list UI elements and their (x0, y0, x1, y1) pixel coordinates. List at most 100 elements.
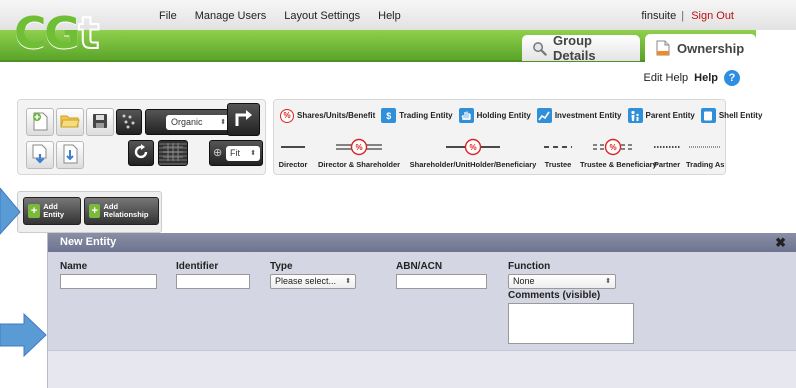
export-button[interactable] (26, 141, 54, 169)
username: finsuite (641, 10, 677, 22)
legend-trustee-beneficiary-label: Trustee & Beneficiary (580, 160, 657, 169)
comments-textarea[interactable] (508, 303, 634, 344)
identifier-input[interactable] (176, 274, 250, 289)
zoom-select-arrows-icon: ⬍ (250, 150, 256, 157)
legend-holding-entity: Holding Entity (458, 108, 531, 123)
logo-text: CG (14, 8, 80, 59)
user-separator: | (681, 10, 685, 22)
abn-input[interactable] (396, 274, 487, 289)
add-entity-label: Add Entity (43, 202, 65, 219)
tab-ownership[interactable]: Ownership (645, 34, 756, 62)
legend-parent-entity: Parent Entity (627, 108, 695, 123)
help-link[interactable]: Help (694, 72, 718, 84)
entity-type-legend: % Shares/Units/Benefit $ Trading Entity … (280, 108, 762, 123)
refresh-icon (132, 143, 150, 164)
zoom-value: Fit (230, 148, 240, 158)
elbow-arrow-icon (233, 107, 255, 132)
name-label: Name (60, 261, 88, 272)
zoom-select-value: Fit ⬍ (226, 146, 260, 161)
refresh-button[interactable] (128, 140, 154, 166)
new-entity-modal: New Entity ✖ Name Identifier Type Please… (47, 233, 796, 388)
abn-field-group: ABN/ACN (396, 261, 487, 289)
chart-icon (536, 108, 552, 123)
legend-shell-entity: Shell Entity (700, 108, 763, 123)
folder-icon (60, 113, 80, 132)
help-question-icon[interactable]: ? (724, 70, 740, 86)
export-document-icon (31, 144, 49, 167)
menu-help[interactable]: Help (369, 0, 410, 30)
legend-shares-label: Shares/Units/Benefit (297, 111, 376, 120)
modal-title: New Entity (60, 236, 117, 248)
open-button[interactable] (56, 108, 84, 136)
legend-trustee-beneficiary: % Trustee & Beneficiary (580, 138, 657, 169)
menu-layout-settings[interactable]: Layout Settings (275, 0, 369, 30)
layout-select-value: Organic ⬍ (166, 115, 230, 130)
tab-group-details[interactable]: Group Details (522, 33, 640, 63)
layout-select[interactable]: Organic ⬍ (145, 109, 237, 135)
legend-trading-entity: $ Trading Entity (381, 108, 453, 123)
signout-link[interactable]: Sign Out (691, 10, 734, 22)
annotation-arrow-icon (0, 188, 21, 235)
name-input[interactable] (60, 274, 157, 289)
new-diagram-button[interactable] (26, 108, 54, 136)
main-menu: File Manage Users Layout Settings Help (150, 0, 410, 30)
solid-line-percent-icon: % (409, 138, 537, 156)
diagram-toolbox: Organic ⬍ ⊕ Fit ⬍ (17, 99, 266, 175)
save-button[interactable] (86, 108, 114, 136)
legend-trading-label: Trading Entity (399, 111, 453, 120)
menu-manage-users[interactable]: Manage Users (186, 0, 276, 30)
legend-director-shareholder: % Director & Shareholder (316, 138, 402, 169)
hand-icon (458, 108, 474, 123)
percent-icon: % (280, 108, 294, 123)
select-arrows-icon: ⬍ (220, 119, 226, 126)
scatter-dots-icon (121, 113, 137, 132)
fine-dotted-line-icon (686, 138, 724, 156)
legend-shares: % Shares/Units/Benefit (280, 108, 376, 123)
menu-file[interactable]: File (150, 0, 186, 30)
solid-line-icon (278, 138, 308, 156)
connector-button[interactable] (227, 103, 260, 136)
legend-director-shareholder-label: Director & Shareholder (317, 160, 401, 169)
add-entity-icon: + (28, 204, 41, 218)
legend-parent-label: Parent Entity (645, 111, 695, 120)
function-select[interactable]: None ⬍ (508, 274, 616, 289)
legend-shell-label: Shell Entity (718, 111, 763, 120)
type-label: Type (270, 261, 293, 272)
grid-button[interactable] (158, 140, 188, 166)
svg-text:%: % (469, 143, 476, 152)
new-document-icon (31, 111, 49, 134)
layout-value: Organic (171, 117, 203, 127)
legend-partner: Partner (652, 138, 682, 169)
function-field-group: Function None ⬍ Comments (visible) (508, 261, 634, 347)
edit-help-link[interactable]: Edit Help (644, 72, 689, 84)
legend-holding-label: Holding Entity (476, 111, 531, 120)
layout-icon-button[interactable] (116, 109, 142, 135)
modal-header: New Entity ✖ (48, 233, 796, 252)
add-entity-button[interactable]: + Add Entity (23, 197, 81, 225)
user-box: finsuite | Sign Out (641, 0, 734, 32)
function-label: Function (508, 261, 551, 272)
import-button[interactable] (56, 141, 84, 169)
type-select[interactable]: Please select... ⬍ (270, 274, 356, 289)
legend-panel: % Shares/Units/Benefit $ Trading Entity … (273, 99, 762, 175)
app-logo: CGt (14, 11, 100, 57)
abn-label: ABN/ACN (396, 261, 443, 272)
type-select-arrows-icon: ⬍ (345, 278, 351, 285)
add-relationship-label: Add Relationship (103, 202, 149, 219)
zoom-select[interactable]: ⊕ Fit ⬍ (209, 140, 263, 166)
function-select-arrows-icon: ⬍ (605, 278, 611, 285)
magnifier-icon (532, 40, 547, 56)
add-relationship-button[interactable]: + Add Relationship (84, 197, 159, 225)
legend-investment-label: Investment Entity (554, 111, 622, 120)
tab-group-details-label: Group Details (553, 33, 596, 63)
floppy-disk-icon (92, 113, 108, 132)
modal-body: Name Identifier Type Please select... ⬍ … (48, 252, 796, 350)
grid-icon (163, 142, 183, 164)
tab-ownership-label: Ownership (677, 40, 745, 56)
shell-icon (700, 108, 716, 123)
legend-director: Director (278, 138, 308, 169)
comments-label: Comments (visible) (508, 290, 601, 301)
zoom-icon: ⊕ (213, 147, 223, 159)
dotted-line-icon (652, 138, 682, 156)
close-icon[interactable]: ✖ (775, 233, 786, 252)
